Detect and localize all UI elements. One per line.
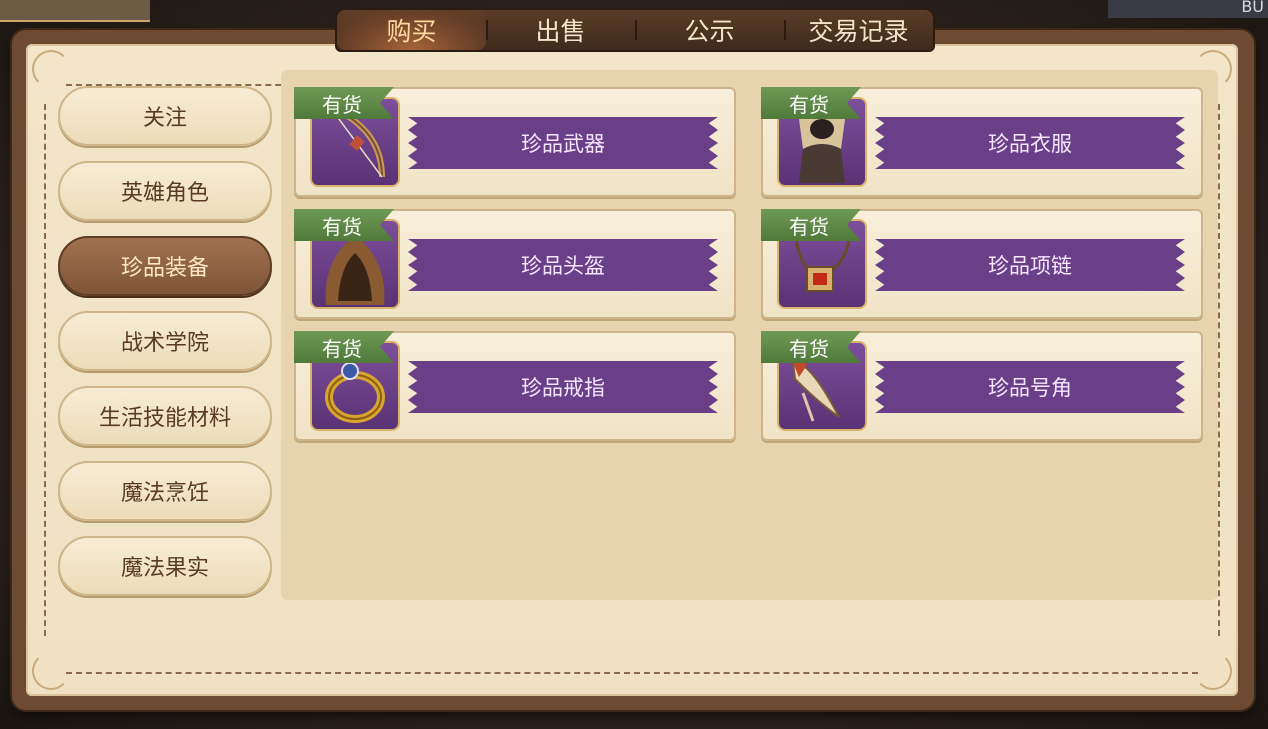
stock-label: 有货: [789, 214, 829, 239]
nav-item-label: 战术学院: [120, 331, 209, 356]
nav-item-label: 关注: [142, 106, 187, 131]
stock-label: 有货: [789, 336, 829, 361]
in-stock-tag: 有货: [294, 331, 394, 363]
tab-trade-history[interactable]: 交易记录: [784, 10, 933, 50]
stock-label: 有货: [789, 92, 829, 117]
item-name: 珍品号角: [988, 376, 1072, 400]
item-name-banner: 珍品项链: [875, 239, 1185, 291]
item-name: 珍品武器: [521, 132, 605, 156]
nav-item-life-skill-materials[interactable]: 生活技能材料: [58, 386, 272, 446]
nav-item-follow[interactable]: 关注: [58, 86, 272, 146]
nav-item-label: 珍品装备: [120, 256, 209, 281]
item-name: 珍品衣服: [988, 132, 1072, 156]
category-nav: 关注 英雄角色 珍品装备 战术学院 生活技能材料 魔法烹饪 魔法果实: [58, 86, 272, 611]
corner-ornament: [32, 652, 70, 690]
nav-item-label: 魔法果实: [120, 556, 209, 581]
item-card-horn[interactable]: 珍品号角 有货: [761, 331, 1203, 441]
nav-item-label: 英雄角色: [120, 181, 209, 206]
item-card-helmet[interactable]: 珍品头盔 有货: [294, 209, 736, 319]
item-name: 珍品项链: [988, 254, 1072, 278]
top-tab-bar: 购买 出售 公示 交易记录: [335, 8, 935, 52]
nav-item-label: 生活技能材料: [98, 406, 231, 431]
stitch-border: [66, 672, 1198, 674]
item-name: 珍品戒指: [521, 376, 605, 400]
in-stock-tag: 有货: [761, 87, 861, 119]
tab-buy[interactable]: 购买: [337, 10, 486, 50]
item-name: 珍品头盔: [521, 254, 605, 278]
stock-label: 有货: [322, 336, 362, 361]
stitch-border: [44, 104, 46, 636]
corner-ornament: [1194, 652, 1232, 690]
top-right-text: BU: [1241, 0, 1264, 16]
in-stock-tag: 有货: [761, 331, 861, 363]
nav-item-magic-cooking[interactable]: 魔法烹饪: [58, 461, 272, 521]
nav-item-rare-equipment[interactable]: 珍品装备: [58, 236, 272, 296]
item-card-ring[interactable]: 珍品戒指 有货: [294, 331, 736, 441]
in-stock-tag: 有货: [294, 209, 394, 241]
item-name-banner: 珍品衣服: [875, 117, 1185, 169]
item-name-banner: 珍品头盔: [408, 239, 718, 291]
item-name-banner: 珍品戒指: [408, 361, 718, 413]
nav-item-magic-fruit[interactable]: 魔法果实: [58, 536, 272, 596]
background-decoration: BU: [1108, 0, 1268, 18]
stitch-border: [1218, 104, 1220, 636]
tab-announcement[interactable]: 公示: [635, 10, 784, 50]
nav-item-tactics-academy[interactable]: 战术学院: [58, 311, 272, 371]
item-name-banner: 珍品号角: [875, 361, 1185, 413]
stock-label: 有货: [322, 214, 362, 239]
corner-ornament: [32, 50, 70, 88]
background-decoration: [0, 0, 150, 22]
nav-item-label: 魔法烹饪: [120, 481, 209, 506]
tab-sell[interactable]: 出售: [486, 10, 635, 50]
item-card-clothes[interactable]: 珍品衣服 有货: [761, 87, 1203, 197]
item-panel: 珍品武器 有货 珍品衣服 有货 珍品头盔 有货 珍品项链 有货 珍品戒指 有货 …: [281, 70, 1218, 600]
stock-label: 有货: [322, 92, 362, 117]
in-stock-tag: 有货: [761, 209, 861, 241]
in-stock-tag: 有货: [294, 87, 394, 119]
item-name-banner: 珍品武器: [408, 117, 718, 169]
item-card-necklace[interactable]: 珍品项链 有货: [761, 209, 1203, 319]
nav-item-heroes[interactable]: 英雄角色: [58, 161, 272, 221]
item-card-weapon[interactable]: 珍品武器 有货: [294, 87, 736, 197]
